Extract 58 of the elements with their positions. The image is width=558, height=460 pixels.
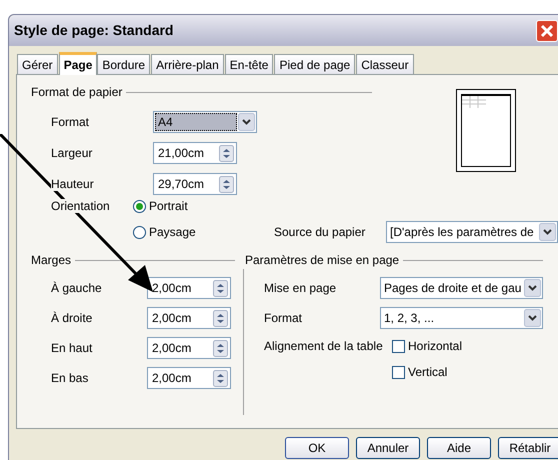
tab[interactable]: Gérer xyxy=(17,54,58,74)
spin-field[interactable]: 2,00cm xyxy=(147,277,231,299)
field-label: Alignement de la table xyxy=(264,339,383,353)
spin-field[interactable]: 2,00cm xyxy=(147,307,231,329)
close-button[interactable] xyxy=(536,20,558,42)
radio-label: Paysage xyxy=(149,224,197,241)
close-icon xyxy=(540,24,554,38)
spin-arrows-icon[interactable] xyxy=(213,280,228,296)
field-label: En bas xyxy=(51,371,88,385)
grid-icon xyxy=(462,96,486,108)
spin-field[interactable]: 29,70cm xyxy=(153,173,237,195)
chevron-down-icon[interactable] xyxy=(524,309,541,327)
chevron-down-icon[interactable] xyxy=(539,223,556,241)
dropdown[interactable]: [D'après les paramètres de xyxy=(386,221,558,243)
group-heading: Format de papier xyxy=(31,84,122,101)
dropdown[interactable]: 1, 2, 3, ... xyxy=(380,307,543,329)
chevron-down-icon[interactable] xyxy=(238,113,255,131)
dialog-button[interactable]: Aide xyxy=(427,437,491,459)
tab[interactable]: En-tête xyxy=(224,54,274,74)
field-label: Format xyxy=(264,311,302,325)
field-label: Source du papier xyxy=(274,225,366,239)
checkbox[interactable] xyxy=(392,340,405,352)
field-label: Format xyxy=(51,115,90,129)
checkbox-label: Horizontal xyxy=(408,338,462,355)
field-label: Orientation xyxy=(51,199,110,213)
radio-button[interactable] xyxy=(133,226,146,238)
field-label: Mise en page xyxy=(264,281,336,295)
spin-field[interactable]: 2,00cm xyxy=(147,337,231,359)
window-title: Style de page: Standard xyxy=(14,21,174,40)
spin-field[interactable]: 2,00cm xyxy=(147,367,231,389)
dialog-button[interactable]: OK xyxy=(285,437,349,459)
dropdown[interactable]: A4 xyxy=(153,111,257,133)
dialog-button[interactable]: Rétablir xyxy=(498,437,558,459)
tab[interactable]: Pied de page xyxy=(274,54,356,74)
spin-arrows-icon[interactable] xyxy=(213,370,228,386)
spin-arrows-icon[interactable] xyxy=(219,144,234,162)
dialog-button[interactable]: Annuler xyxy=(356,437,420,459)
field-label: Largeur xyxy=(51,146,92,160)
checkbox-label: Vertical xyxy=(408,364,448,381)
field-label: Hauteur xyxy=(51,177,94,191)
radio-button[interactable] xyxy=(133,200,146,212)
field-label: À droite xyxy=(51,311,92,325)
tab[interactable]: Classeur xyxy=(356,54,414,74)
group-heading: Paramètres de mise en page xyxy=(245,252,400,269)
group-heading: Marges xyxy=(31,252,72,269)
checkbox[interactable] xyxy=(392,366,405,378)
field-label: En haut xyxy=(51,341,92,355)
spin-arrows-icon[interactable] xyxy=(219,176,234,192)
field-label: À gauche xyxy=(51,281,102,295)
tab[interactable]: Bordure xyxy=(97,54,150,74)
tab[interactable]: Page xyxy=(58,52,98,75)
spin-field[interactable]: 21,00cm xyxy=(153,142,237,164)
spin-arrows-icon[interactable] xyxy=(213,310,228,326)
chevron-down-icon[interactable] xyxy=(524,279,541,297)
spin-arrows-icon[interactable] xyxy=(213,340,228,356)
tab[interactable]: Arrière-plan xyxy=(151,54,224,74)
dropdown[interactable]: Pages de droite et de gau xyxy=(380,277,543,299)
radio-label: Portrait xyxy=(149,198,189,215)
